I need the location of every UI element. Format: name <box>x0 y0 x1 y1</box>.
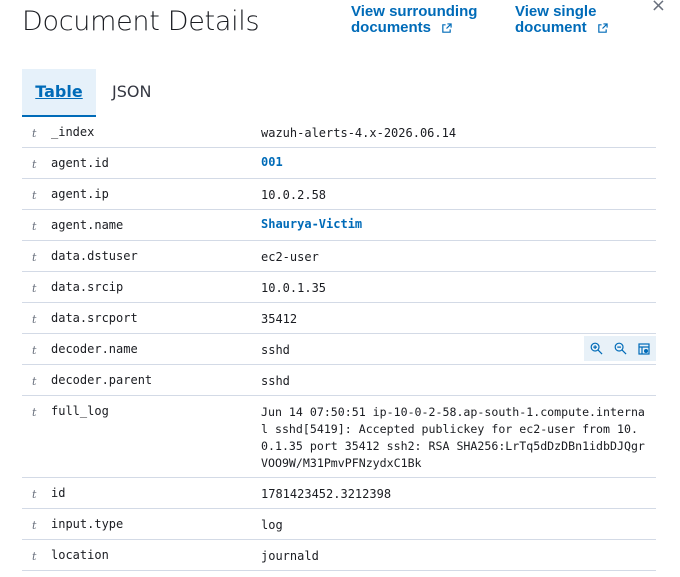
row-actions <box>584 336 656 361</box>
string-type-icon: t <box>32 220 37 233</box>
string-type-icon: t <box>32 189 37 202</box>
string-type-icon: t <box>32 375 37 388</box>
table-row: t data.srcport 35412 <box>22 303 656 334</box>
field-value: 10.0.1.35 <box>261 281 327 295</box>
field-name: input.type <box>51 517 124 531</box>
string-type-icon: t <box>32 344 37 357</box>
page-title: Document Details <box>22 6 260 37</box>
field-name: decoder.parent <box>51 373 153 387</box>
tab-json[interactable]: JSON <box>112 69 151 117</box>
string-type-icon: t <box>32 488 37 501</box>
field-value: ec2-user <box>261 250 319 264</box>
field-name: _index <box>51 125 95 139</box>
view-surrounding-documents-link[interactable]: View surrounding documents <box>351 4 491 36</box>
table-row: t _index wazuh-alerts-4.x-2026.06.14 <box>22 117 656 148</box>
string-type-icon: t <box>32 282 37 295</box>
tab-bar: Table JSON <box>22 69 656 117</box>
field-value: log <box>261 518 283 532</box>
view-single-document-label: View single document <box>515 3 597 36</box>
table-row: t decoder.parent sshd <box>22 365 656 396</box>
table-row: t id 1781423452.3212398 <box>22 478 656 509</box>
filter-out-value-icon[interactable] <box>614 342 627 355</box>
field-value: journald <box>261 549 319 563</box>
field-name: agent.id <box>51 156 109 170</box>
view-surrounding-documents-label: View surrounding documents <box>351 3 478 36</box>
field-name: data.dstuser <box>51 249 138 263</box>
field-name: full_log <box>51 404 109 418</box>
field-value: sshd <box>261 374 290 388</box>
string-type-icon: t <box>32 406 37 419</box>
field-value: wazuh-alerts-4.x-2026.06.14 <box>261 126 457 140</box>
field-name: id <box>51 486 66 500</box>
close-icon[interactable]: × <box>651 0 666 16</box>
table-row: t agent.name Shaurya-Victim <box>22 210 656 241</box>
document-fields-table: t _index wazuh-alerts-4.x-2026.06.14 t a… <box>22 117 656 571</box>
external-link-icon <box>598 23 608 33</box>
field-name: agent.name <box>51 218 124 232</box>
field-name: data.srcip <box>51 280 124 294</box>
table-row: t input.type log <box>22 509 656 540</box>
string-type-icon: t <box>32 251 37 264</box>
table-row: t agent.ip 10.0.2.58 <box>22 179 656 210</box>
field-name: agent.ip <box>51 187 109 201</box>
field-value: Jun 14 07:50:51 ip-10-0-2-58.ap-south-1.… <box>261 405 645 470</box>
table-row: t data.srcip 10.0.1.35 <box>22 272 656 303</box>
field-name: location <box>51 548 109 562</box>
toggle-column-icon[interactable] <box>638 342 650 355</box>
string-type-icon: t <box>32 127 37 140</box>
agent-name-link[interactable]: Shaurya-Victim <box>261 216 651 233</box>
string-type-icon: t <box>32 519 37 532</box>
table-row: t data.dstuser ec2-user <box>22 241 656 272</box>
table-row: t location journald <box>22 540 656 571</box>
tab-table[interactable]: Table <box>22 69 96 117</box>
agent-id-link[interactable]: 001 <box>261 154 651 171</box>
string-type-icon: t <box>32 313 37 326</box>
view-single-document-link[interactable]: View single document <box>515 4 605 36</box>
field-value: 35412 <box>261 312 298 326</box>
field-value: 10.0.2.58 <box>261 188 327 202</box>
field-name: data.srcport <box>51 311 138 325</box>
string-type-icon: t <box>32 158 37 171</box>
table-row: t agent.id 001 <box>22 148 656 179</box>
field-name: decoder.name <box>51 342 138 356</box>
field-value: 1781423452.3212398 <box>261 487 392 501</box>
external-link-icon <box>442 23 452 33</box>
filter-for-value-icon[interactable] <box>590 342 603 355</box>
string-type-icon: t <box>32 550 37 563</box>
table-row: t full_log Jun 14 07:50:51 ip-10-0-2-58.… <box>22 396 656 478</box>
table-row: t decoder.name sshd <box>22 334 656 365</box>
